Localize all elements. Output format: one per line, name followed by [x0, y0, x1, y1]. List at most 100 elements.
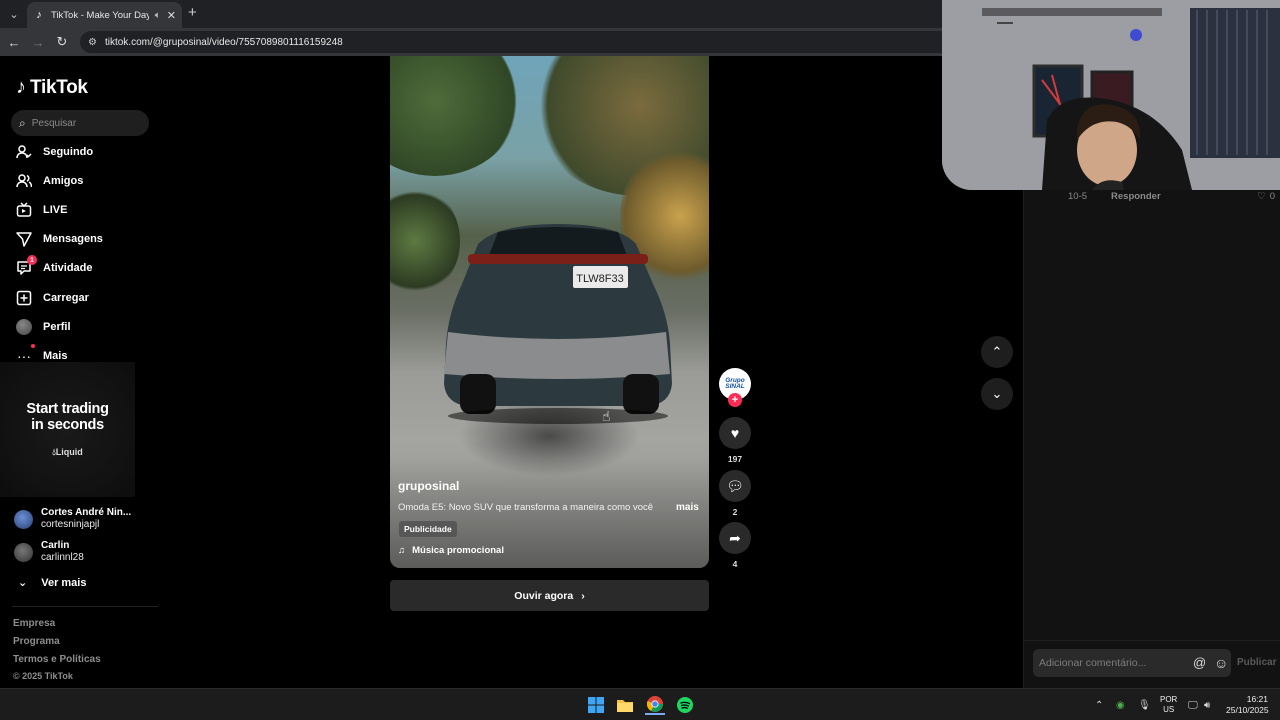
reply-button[interactable]: Responder [1111, 191, 1161, 202]
publish-button[interactable]: Publicar [1237, 657, 1276, 668]
account-name: Carlin [41, 540, 70, 551]
video-player[interactable]: TLW8F33 gruposinal Omoda E5: Novo SUV qu… [390, 56, 709, 568]
sidebar-item-label: Mensagens [43, 233, 103, 245]
chevron-down-icon: ⌄ [18, 577, 28, 589]
microphone-icon[interactable]: 🎙︎ [1138, 689, 1151, 720]
spotify-icon[interactable] [675, 695, 695, 715]
sidebar-item-perfil[interactable]: Perfil [16, 317, 71, 337]
heart-outline-icon: ♡ [1257, 191, 1266, 202]
ad-title: Start trading in seconds [26, 401, 109, 433]
reload-button[interactable]: ↻ [54, 34, 70, 50]
sidebar-item-label: Perfil [43, 321, 71, 333]
new-tab-button[interactable]: + [188, 5, 197, 21]
following-icon [16, 144, 32, 160]
listen-now-button[interactable]: Ouvir agora › [390, 580, 709, 611]
chrome-icon[interactable] [645, 695, 665, 715]
emoji-icon[interactable]: ☺ [1214, 655, 1228, 671]
back-button[interactable]: ← [6, 34, 22, 50]
tray-overflow-icon[interactable]: ⌃ [1095, 689, 1103, 720]
description-more-button[interactable]: mais [676, 502, 699, 513]
volume-icon[interactable]: 🔊︎ [1204, 689, 1210, 720]
speaker-icon[interactable]: 🔈︎ [155, 10, 161, 21]
network-icon[interactable]: 🖵︎ [1188, 689, 1198, 720]
share-button[interactable]: ➦ [719, 522, 751, 554]
like-count: 197 [727, 454, 743, 464]
sidebar-item-label: Atividade [43, 262, 93, 274]
follow-plus-button[interactable]: + [728, 393, 742, 407]
comment-button[interactable]: 💬︎ [719, 470, 751, 502]
sidebar-item-atividade[interactable]: 1 Atividade [16, 255, 93, 278]
webcam-scene [942, 0, 1280, 190]
search-input[interactable] [31, 117, 132, 129]
avatar [16, 319, 32, 335]
mention-icon[interactable]: @ [1193, 655, 1206, 670]
forward-button[interactable]: → [30, 34, 46, 50]
sidebar-item-live[interactable]: LIVE [16, 200, 67, 220]
sidebar-item-label: Carregar [43, 292, 89, 304]
sidebar-item-amigos[interactable]: Amigos [16, 171, 83, 191]
next-video-button[interactable]: ⌄ [981, 378, 1013, 410]
system-clock[interactable]: 16:21 25/10/2025 [1226, 694, 1269, 716]
share-icon: ➦ [729, 529, 741, 546]
share-count: 4 [732, 559, 738, 569]
address-bar[interactable]: ⚙ tiktok.com/@gruposinal/video/755708980… [80, 31, 1040, 53]
search-box[interactable]: ⌕ [11, 110, 149, 136]
following-account[interactable]: Carlin carlinnl28 [14, 540, 84, 564]
live-icon [16, 202, 32, 218]
avatar [14, 509, 33, 529]
messages-icon [16, 231, 32, 247]
sidebar-item-label: LIVE [43, 204, 68, 216]
see-more-button[interactable]: ⌄ Ver mais [18, 576, 86, 590]
heart-icon: ♥ [730, 425, 740, 441]
sidebar-item-carregar[interactable]: Carregar [16, 288, 89, 308]
logo-text: TikTok [30, 76, 88, 98]
tiktok-logo-icon: ♪ [16, 76, 26, 98]
tab-close-button[interactable]: ✕ [167, 9, 176, 22]
comment-meta: 10-5 Responder [1068, 191, 1161, 202]
search-icon: ⌕ [19, 115, 26, 130]
footer-link-termos[interactable]: Termos e Políticas [13, 654, 101, 665]
file-explorer-icon[interactable] [615, 695, 635, 715]
comment-input-box[interactable]: @ ☺ [1033, 649, 1231, 677]
copyright: © 2025 TikTok [13, 671, 73, 681]
music-info[interactable]: ♫ Música promocional [398, 545, 504, 556]
previous-video-button[interactable]: ⌃ [981, 336, 1013, 368]
listen-now-label: Ouvir agora [514, 589, 574, 602]
comment-icon: 💬︎ [726, 477, 744, 494]
upload-icon [16, 290, 32, 306]
language-indicator[interactable]: POR US [1160, 695, 1177, 715]
comment-count: 2 [732, 507, 738, 517]
ad-badge: Publicidade [399, 521, 457, 537]
browser-tab[interactable]: ♪ TikTok - Make Your Day 🔈︎ ✕ [27, 2, 182, 28]
comment-input[interactable] [1039, 657, 1179, 669]
tray-app-icon[interactable]: ◉ [1116, 689, 1125, 720]
tree-foliage [390, 56, 520, 176]
account-handle: cortesninjapjl [41, 519, 100, 530]
license-plate: TLW8F33 [576, 273, 623, 285]
tab-search-button[interactable]: ⌄ [4, 4, 24, 24]
sidebar-item-seguindo[interactable]: Seguindo [16, 142, 93, 162]
language-code: POR [1160, 695, 1178, 704]
following-account[interactable]: Cortes André Nin... cortesninjapjl [14, 507, 131, 531]
footer-link-empresa[interactable]: Empresa [13, 618, 55, 629]
site-info-icon[interactable]: ⚙ [88, 37, 97, 48]
suv-car: TLW8F33 [444, 224, 672, 424]
windows-start-icon[interactable] [586, 695, 606, 715]
ad-brand-label: Liquid [55, 447, 83, 457]
video-author[interactable]: gruposinal [398, 479, 459, 493]
sidebar-ad-banner[interactable]: Start trading in seconds 💧︎Liquid [0, 362, 135, 497]
ad-title-line: in seconds [31, 417, 104, 433]
chevron-up-icon: ⌃ [991, 344, 1003, 359]
mouse-cursor-icon: ☝ [602, 408, 611, 424]
sidebar-item-mensagens[interactable]: Mensagens [16, 229, 103, 249]
windows-taskbar: ⌃ ◉ 🎙︎ POR US 🖵︎ 🔊︎ 16:21 25/10/2025 [0, 688, 1280, 720]
webcam-overlay [942, 0, 1280, 190]
comment-like-button[interactable]: ♡ 0 [1257, 191, 1275, 202]
divider [12, 606, 158, 607]
sidebar-item-label: Mais [43, 350, 68, 362]
sidebar: ♪ TikTok ⌕ Seguindo Amigos LIVE [0, 56, 160, 688]
like-button[interactable]: ♥ [719, 417, 751, 449]
footer-link-programa[interactable]: Programa [13, 636, 60, 647]
tiktok-logo[interactable]: ♪ TikTok [16, 76, 88, 99]
ad-brand: 💧︎Liquid [52, 447, 83, 458]
